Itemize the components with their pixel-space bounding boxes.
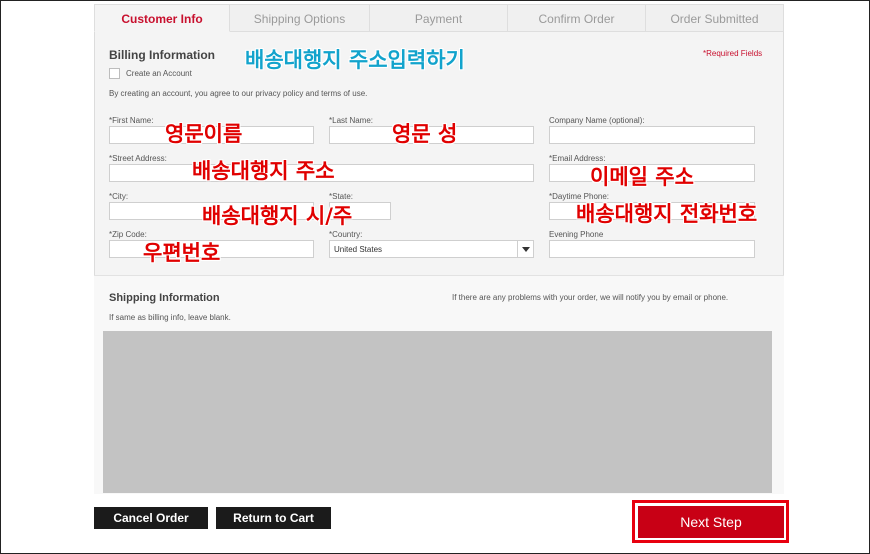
required-fields-note: *Required Fields bbox=[703, 49, 763, 58]
annotation-last-name: 영문 성 bbox=[392, 122, 458, 146]
evening-phone-input[interactable] bbox=[549, 240, 755, 258]
tab-shipping-options[interactable]: Shipping Options bbox=[230, 4, 370, 32]
country-label: *Country: bbox=[329, 230, 363, 239]
shipping-notify-note: If there are any problems with your orde… bbox=[452, 293, 729, 302]
tab-confirm-order[interactable]: Confirm Order bbox=[508, 4, 646, 32]
evening-phone-label: Evening Phone bbox=[549, 230, 604, 239]
account-agreement-text: By creating an account, you agree to our… bbox=[109, 89, 368, 98]
chevron-down-icon bbox=[517, 241, 533, 257]
annotation-zip: 우편번호 bbox=[143, 241, 221, 265]
annotation-heading: 배송대행지 주소입력하기 bbox=[245, 48, 465, 72]
tab-order-submitted[interactable]: Order Submitted bbox=[646, 4, 784, 32]
tab-payment[interactable]: Payment bbox=[370, 4, 508, 32]
cancel-order-button[interactable]: Cancel Order bbox=[94, 507, 208, 529]
annotation-city-state: 배송대행지 시/주 bbox=[202, 204, 353, 228]
next-step-button[interactable]: Next Step bbox=[638, 506, 784, 538]
country-select[interactable]: United States bbox=[329, 240, 534, 258]
annotation-email: 이메일 주소 bbox=[590, 165, 694, 189]
zip-code-label: *Zip Code: bbox=[109, 230, 147, 239]
tab-customer-info[interactable]: Customer Info bbox=[94, 4, 230, 32]
last-name-label: *Last Name: bbox=[329, 116, 374, 125]
annotation-street: 배송대행지 주소 bbox=[192, 159, 335, 183]
country-value: United States bbox=[334, 245, 383, 254]
create-account-label: Create an Account bbox=[126, 69, 192, 78]
checkout-steps: Customer Info Shipping Options Payment C… bbox=[94, 4, 784, 32]
city-label: *City: bbox=[109, 192, 129, 201]
billing-title: Billing Information bbox=[109, 48, 215, 62]
company-input[interactable] bbox=[549, 126, 755, 144]
annotation-phone: 배송대행지 전화번호 bbox=[576, 202, 758, 226]
shipping-title: Shipping Information bbox=[109, 292, 220, 304]
return-to-cart-button[interactable]: Return to Cart bbox=[216, 507, 331, 529]
shipping-blank-note: If same as billing info, leave blank. bbox=[109, 313, 231, 322]
first-name-label: *First Name: bbox=[109, 116, 154, 125]
street-address-label: *Street Address: bbox=[109, 154, 167, 163]
company-label: Company Name (optional): bbox=[549, 116, 645, 125]
shipping-form-redacted bbox=[103, 331, 772, 493]
create-account-checkbox[interactable] bbox=[109, 68, 120, 79]
annotation-first-name: 영문이름 bbox=[165, 122, 243, 146]
